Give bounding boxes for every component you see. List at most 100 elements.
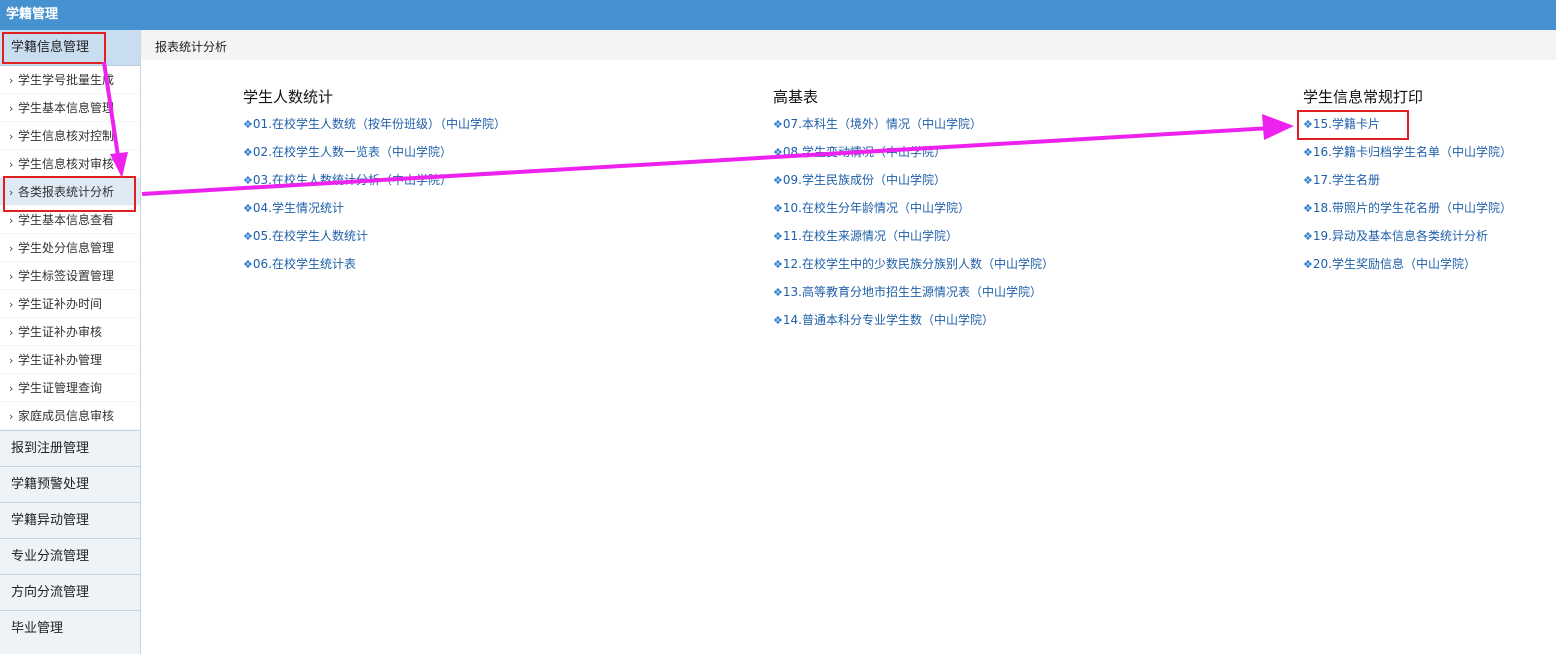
report-link[interactable]: ❖13.高等教育分地市招生生源情况表（中山学院） bbox=[773, 278, 1054, 306]
report-link[interactable]: ❖05.在校学生人数统计 bbox=[243, 222, 506, 250]
report-link[interactable]: ❖04.学生情况统计 bbox=[243, 194, 506, 222]
report-link-label: 03.在校生人数统计分析（中山学院） bbox=[252, 173, 452, 187]
report-link[interactable]: ❖10.在校生分年龄情况（中山学院） bbox=[773, 194, 1054, 222]
sidebar-item-label: 家庭成员信息审核 bbox=[18, 409, 115, 423]
report-link-label: 10.在校生分年龄情况（中山学院） bbox=[782, 201, 970, 215]
sidebar-group[interactable]: 毕业管理 bbox=[0, 610, 140, 646]
chevron-right-icon: › bbox=[9, 158, 14, 171]
sidebar-group[interactable]: 学籍异动管理 bbox=[0, 502, 140, 538]
column-gaoji-tables: 高基表 ❖07.本科生（境外）情况（中山学院） ❖08.学生变动情况（中山学院） ❖… bbox=[773, 84, 1054, 334]
chevron-right-icon: › bbox=[9, 410, 14, 423]
sidebar-item-label: 学生证补办审核 bbox=[18, 325, 103, 339]
sidebar-item[interactable]: › 学生证补办时间 bbox=[0, 290, 140, 318]
sidebar-item-label: 学生证补办管理 bbox=[18, 353, 103, 367]
diamond-bullet-icon: ❖ bbox=[243, 230, 253, 243]
report-link[interactable]: ❖19.异动及基本信息各类统计分析 bbox=[1303, 222, 1512, 250]
sidebar-item-label: 学生证补办时间 bbox=[18, 297, 103, 311]
sidebar-item-label: 学生信息核对控制 bbox=[18, 129, 115, 143]
report-link[interactable]: ❖06.在校学生统计表 bbox=[243, 250, 506, 278]
arrow-head-right bbox=[1262, 114, 1294, 140]
diamond-bullet-icon: ❖ bbox=[243, 174, 253, 187]
diamond-bullet-icon: ❖ bbox=[773, 174, 783, 187]
report-link[interactable]: ❖16.学籍卡归档学生名单（中山学院） bbox=[1303, 138, 1512, 166]
diamond-bullet-icon: ❖ bbox=[243, 258, 253, 271]
sidebar-item[interactable]: › 学生标签设置管理 bbox=[0, 262, 140, 290]
diamond-bullet-icon: ❖ bbox=[773, 314, 783, 327]
column-title: 学生信息常规打印 bbox=[1303, 88, 1424, 106]
report-link-label: 09.学生民族成份（中山学院） bbox=[782, 173, 946, 187]
diamond-bullet-icon: ❖ bbox=[773, 118, 783, 131]
report-link-label: 01.在校学生人数统（按年份班级）（中山学院） bbox=[252, 117, 506, 131]
sidebar-item[interactable]: › 学生处分信息管理 bbox=[0, 234, 140, 262]
column-title: 学生人数统计 bbox=[243, 88, 334, 106]
sidebar-section-student-info[interactable]: 学籍信息管理 bbox=[0, 30, 140, 66]
diamond-bullet-icon: ❖ bbox=[773, 202, 783, 215]
chevron-right-icon: › bbox=[9, 382, 14, 395]
breadcrumb-label: 报表统计分析 bbox=[155, 40, 228, 54]
report-link[interactable]: ❖08.学生变动情况（中山学院） bbox=[773, 138, 1054, 166]
app-title: 学籍管理 bbox=[6, 7, 59, 22]
report-link[interactable]: ❖01.在校学生人数统（按年份班级）（中山学院） bbox=[243, 110, 506, 138]
sidebar-item-label: 学生信息核对审核 bbox=[18, 157, 115, 171]
sidebar-group[interactable]: 专业分流管理 bbox=[0, 538, 140, 574]
report-link-label: 04.学生情况统计 bbox=[252, 201, 344, 215]
sidebar-item-label: 学生基本信息查看 bbox=[18, 213, 115, 227]
sidebar: 学籍信息管理 › 学生学号批量生成 › 学生基本信息管理 › 学生信息核对控制 › 学生信息核… bbox=[0, 30, 141, 654]
sidebar-item[interactable]: › 学生证补办审核 bbox=[0, 318, 140, 346]
report-link[interactable]: ❖09.学生民族成份（中山学院） bbox=[773, 166, 1054, 194]
report-link[interactable]: ❖03.在校生人数统计分析（中山学院） bbox=[243, 166, 506, 194]
report-link-label: 17.学生名册 bbox=[1312, 173, 1380, 187]
report-link[interactable]: ❖15.学籍卡片 bbox=[1303, 110, 1512, 138]
diamond-bullet-icon: ❖ bbox=[243, 202, 253, 215]
report-link[interactable]: ❖12.在校学生中的少数民族分族别人数（中山学院） bbox=[773, 250, 1054, 278]
sidebar-items: › 学生学号批量生成 › 学生基本信息管理 › 学生信息核对控制 › 学生信息核对审核 › 各类报… bbox=[0, 66, 140, 430]
diamond-bullet-icon: ❖ bbox=[773, 146, 783, 159]
report-link[interactable]: ❖07.本科生（境外）情况（中山学院） bbox=[773, 110, 1054, 138]
sidebar-group[interactable]: 方向分流管理 bbox=[0, 574, 140, 610]
report-link-label: 12.在校学生中的少数民族分族别人数（中山学院） bbox=[782, 257, 1054, 271]
diamond-bullet-icon: ❖ bbox=[773, 258, 783, 271]
sidebar-item-label: 各类报表统计分析 bbox=[18, 185, 115, 199]
report-link[interactable]: ❖18.带照片的学生花名册（中山学院） bbox=[1303, 194, 1512, 222]
report-link[interactable]: ❖14.普通本科分专业学生数（中山学院） bbox=[773, 306, 1054, 334]
sidebar-group[interactable]: 学籍预警处理 bbox=[0, 466, 140, 502]
report-link[interactable]: ❖02.在校学生人数一览表（中山学院） bbox=[243, 138, 506, 166]
diamond-bullet-icon: ❖ bbox=[1303, 258, 1313, 271]
sidebar-item-label: 学生证管理查询 bbox=[18, 381, 103, 395]
report-link-label: 20.学生奖励信息（中山学院） bbox=[1312, 257, 1476, 271]
sidebar-groups: 报到注册管理 学籍预警处理 学籍异动管理 专业分流管理 方向分流管理 毕业管理 bbox=[0, 430, 140, 646]
chevron-right-icon: › bbox=[9, 242, 14, 255]
sidebar-item[interactable]: › 学生信息核对审核 bbox=[0, 150, 140, 178]
sidebar-item[interactable]: › 学生证管理查询 bbox=[0, 374, 140, 402]
link-list: ❖07.本科生（境外）情况（中山学院） ❖08.学生变动情况（中山学院） ❖09.学… bbox=[773, 110, 1054, 334]
sidebar-group[interactable]: 报到注册管理 bbox=[0, 430, 140, 466]
diamond-bullet-icon: ❖ bbox=[1303, 118, 1313, 131]
sidebar-item[interactable]: › 各类报表统计分析 bbox=[0, 178, 140, 206]
report-link[interactable]: ❖20.学生奖励信息（中山学院） bbox=[1303, 250, 1512, 278]
diamond-bullet-icon: ❖ bbox=[243, 118, 253, 131]
report-link[interactable]: ❖17.学生名册 bbox=[1303, 166, 1512, 194]
link-list: ❖15.学籍卡片 ❖16.学籍卡归档学生名单（中山学院） ❖17.学生名册 ❖18.带… bbox=[1303, 110, 1512, 278]
sidebar-item[interactable]: › 学生学号批量生成 bbox=[0, 66, 140, 94]
report-link-label: 05.在校学生人数统计 bbox=[252, 229, 368, 243]
diamond-bullet-icon: ❖ bbox=[1303, 174, 1313, 187]
diamond-bullet-icon: ❖ bbox=[1303, 230, 1313, 243]
sidebar-item-label: 学生基本信息管理 bbox=[18, 101, 115, 115]
report-link-label: 08.学生变动情况（中山学院） bbox=[782, 145, 946, 159]
sidebar-item[interactable]: › 学生证补办管理 bbox=[0, 346, 140, 374]
diamond-bullet-icon: ❖ bbox=[773, 230, 783, 243]
diamond-bullet-icon: ❖ bbox=[773, 286, 783, 299]
sidebar-item[interactable]: › 家庭成员信息审核 bbox=[0, 402, 140, 430]
diamond-bullet-icon: ❖ bbox=[1303, 202, 1313, 215]
chevron-right-icon: › bbox=[9, 186, 14, 199]
sidebar-item[interactable]: › 学生信息核对控制 bbox=[0, 122, 140, 150]
sidebar-item[interactable]: › 学生基本信息管理 bbox=[0, 94, 140, 122]
report-link-label: 15.学籍卡片 bbox=[1312, 117, 1380, 131]
sidebar-item[interactable]: › 学生基本信息查看 bbox=[0, 206, 140, 234]
chevron-right-icon: › bbox=[9, 354, 14, 367]
report-link-label: 07.本科生（境外）情况（中山学院） bbox=[782, 117, 982, 131]
report-link[interactable]: ❖11.在校生来源情况（中山学院） bbox=[773, 222, 1054, 250]
report-link-label: 19.异动及基本信息各类统计分析 bbox=[1312, 229, 1488, 243]
chevron-right-icon: › bbox=[9, 102, 14, 115]
report-link-label: 06.在校学生统计表 bbox=[252, 257, 356, 271]
